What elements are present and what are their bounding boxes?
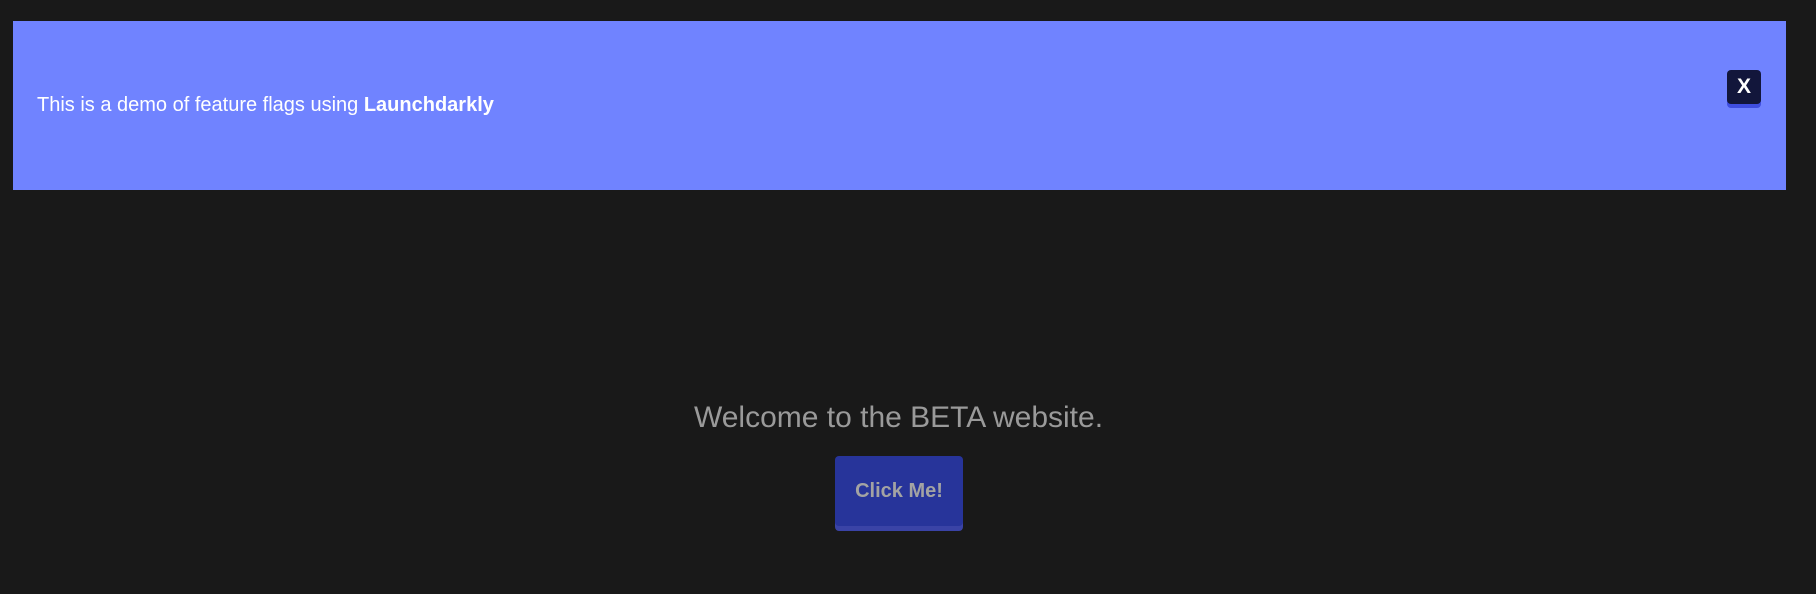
feature-flag-banner: This is a demo of feature flags using La… (13, 21, 1786, 190)
banner-brand-name: Launchdarkly (363, 94, 494, 116)
welcome-heading: Welcome to the BETA website. (693, 401, 1104, 434)
click-me-button[interactable]: Click Me! (835, 456, 963, 526)
banner-message: This is a demo of feature flags using La… (37, 93, 494, 117)
banner-message-prefix: This is a demo of feature flags using (37, 94, 364, 116)
close-banner-button[interactable]: X (1727, 70, 1761, 104)
